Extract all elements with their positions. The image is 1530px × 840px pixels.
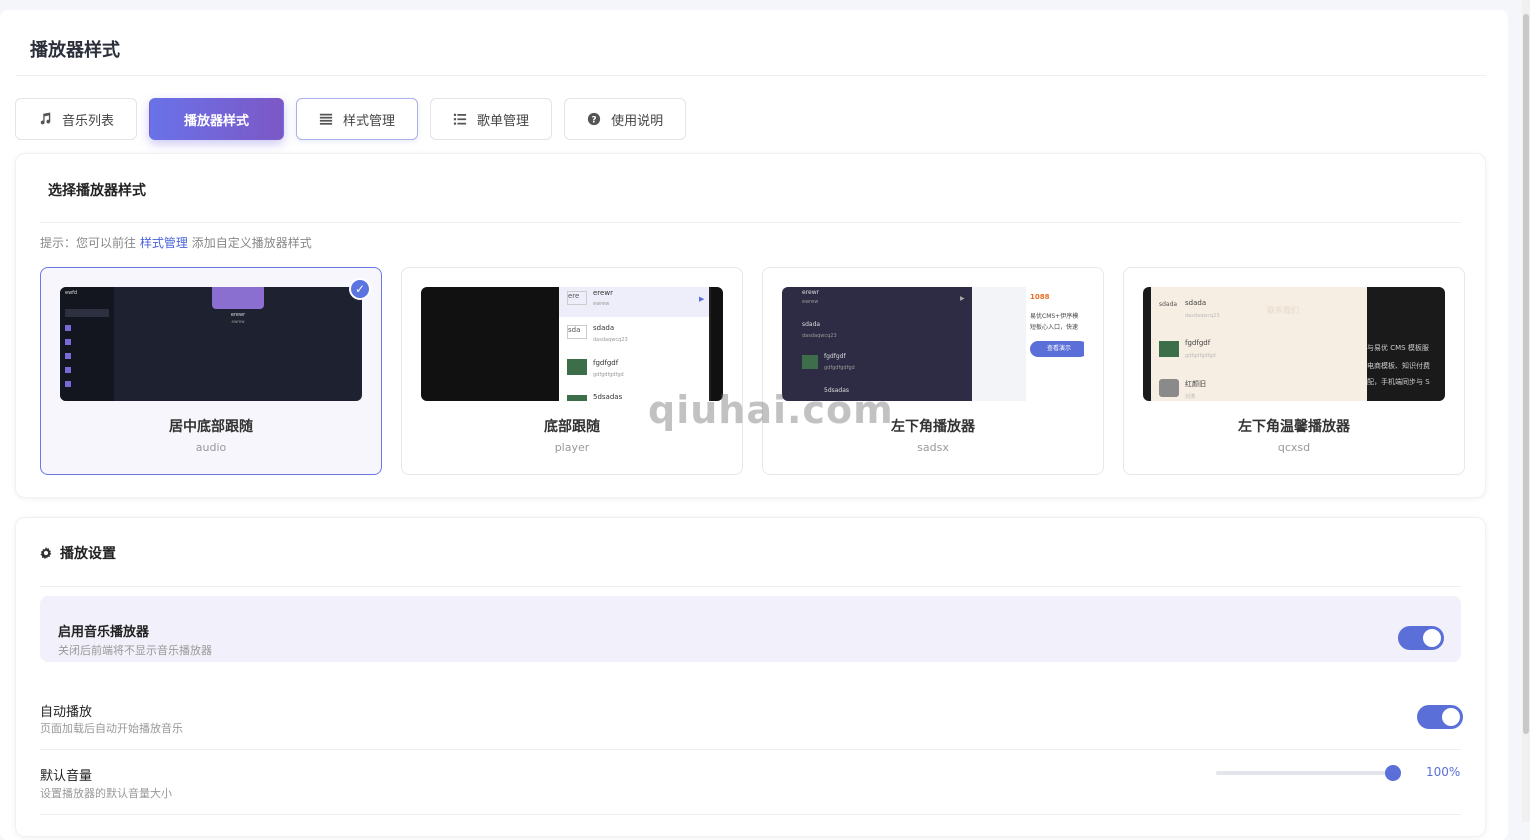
- setting-label: 默认音量: [40, 769, 93, 784]
- settings-title: 播放设置: [60, 546, 116, 562]
- tab-instructions[interactable]: ? 使用说明: [564, 98, 687, 140]
- gear-icon: [40, 547, 52, 559]
- preview-sidebar: ewfd: [60, 287, 114, 401]
- tab-label: 使用说明: [611, 113, 664, 129]
- list-icon: [319, 113, 333, 125]
- style-name: 左下角温馨播放器: [1238, 419, 1350, 435]
- divider: [40, 814, 1461, 815]
- setting-label: 启用音乐播放器: [58, 625, 150, 640]
- hint-suffix: 添加自定义播放器样式: [191, 236, 312, 250]
- preview-dark-list: erewr ewrew ▶ sdada dasdaqwcq23 fgdfgdf …: [782, 287, 972, 401]
- scrollbar-thumb[interactable]: [1523, 14, 1529, 734]
- tab-label: 样式管理: [343, 113, 396, 129]
- preview-warm-list: sdada sdada dasdaqwcq23 fgdfgdf gdfgdfgd…: [1151, 287, 1367, 401]
- setting-desc: 页面加载后自动开始播放音乐: [40, 722, 183, 735]
- tab-style-manage[interactable]: 样式管理: [296, 98, 419, 140]
- music-icon: [40, 112, 51, 125]
- setting-row-enable: [40, 596, 1461, 662]
- divider: [40, 586, 1461, 587]
- enable-player-toggle[interactable]: [1398, 626, 1444, 650]
- volume-value: 100%: [1426, 765, 1461, 779]
- setting-label: 自动播放: [40, 705, 93, 720]
- scrollbar[interactable]: [1522, 0, 1530, 822]
- style-preview: erewr ewrew ▶ sdada dasdaqwcq23 fgdfgdf …: [782, 287, 1084, 401]
- style-preview: ewfd erewr ewrew: [60, 287, 362, 401]
- preview-cover: [212, 287, 264, 309]
- setting-desc: 关闭后前端将不显示音乐播放器: [58, 644, 212, 657]
- style-option-player[interactable]: ere erewr ewrew ▶ sda sdada dasdaqwcq23 …: [401, 267, 743, 475]
- tab-label: 音乐列表: [62, 113, 115, 129]
- svg-text:?: ?: [592, 116, 597, 126]
- volume-slider-thumb[interactable]: [1385, 765, 1401, 781]
- style-preview: sdada sdada dasdaqwcq23 fgdfgdf gdfgdfgd…: [1143, 287, 1445, 401]
- setting-desc: 设置播放器的默认音量大小: [40, 787, 172, 800]
- selected-check-icon: ✓: [349, 278, 371, 300]
- playback-settings-card: 播放设置 启用音乐播放器 关闭后前端将不显示音乐播放器 自动播放 页面加载后自动…: [15, 517, 1486, 837]
- page-title: 播放器样式: [30, 40, 120, 61]
- tab-playlist-manage[interactable]: 歌单管理: [430, 98, 553, 140]
- style-select-card: 选择播放器样式 提示：您可以前往 样式管理 添加自定义播放器样式 ewfd er…: [15, 153, 1486, 498]
- style-option-sadsx[interactable]: erewr ewrew ▶ sdada dasdaqwcq23 fgdfgdf …: [762, 267, 1104, 475]
- divider: [40, 749, 1461, 750]
- tab-player-style[interactable]: 播放器样式: [149, 98, 285, 140]
- list-bullets-icon: [453, 113, 467, 125]
- hint-text: 提示：您可以前往 样式管理 添加自定义播放器样式: [40, 234, 312, 251]
- style-code: qcxsd: [1277, 441, 1311, 454]
- hint-prefix: 提示：您可以前往: [40, 236, 137, 250]
- style-code: audio: [195, 441, 227, 454]
- style-name: 居中底部跟随: [169, 419, 253, 435]
- question-circle-icon: ?: [587, 112, 601, 126]
- style-option-audio[interactable]: ewfd erewr ewrew ✓ 居中底部跟随 audio: [40, 267, 382, 475]
- autoplay-toggle[interactable]: [1417, 705, 1463, 729]
- style-manage-link[interactable]: 样式管理: [140, 236, 188, 250]
- section-title: 选择播放器样式: [48, 183, 146, 199]
- divider: [16, 75, 1486, 76]
- tab-label: 播放器样式: [184, 113, 250, 129]
- style-code: player: [554, 441, 590, 454]
- divider: [40, 222, 1461, 223]
- preview-artist: ewrew: [231, 319, 245, 324]
- tab-label: 歌单管理: [477, 113, 530, 129]
- tab-bar: 音乐列表 播放器样式 样式管理 歌单管理 ? 使用说明: [15, 98, 687, 140]
- style-code: sadsx: [917, 441, 949, 454]
- section-title: 播放设置: [40, 543, 116, 563]
- watermark: qiuhai.com: [648, 388, 894, 432]
- style-options: ewfd erewr ewrew ✓ 居中底部跟随 audio ere erew…: [40, 267, 1465, 475]
- preview-side-panel: 1088 易优CMS+伊序模 短板心入口，快速 查看演示: [1026, 287, 1084, 401]
- preview-logo: ewfd: [65, 290, 78, 296]
- style-preview: ere erewr ewrew ▶ sda sdada dasdaqwcq23 …: [421, 287, 723, 401]
- volume-slider[interactable]: [1216, 765, 1401, 781]
- tab-music-list[interactable]: 音乐列表: [15, 98, 138, 140]
- style-option-qcxsd[interactable]: sdada sdada dasdaqwcq23 fgdfgdf gdfgdfgd…: [1123, 267, 1465, 475]
- preview-song: erewr: [230, 312, 246, 318]
- preview-list: ere erewr ewrew ▶ sda sdada dasdaqwcq23 …: [559, 287, 711, 401]
